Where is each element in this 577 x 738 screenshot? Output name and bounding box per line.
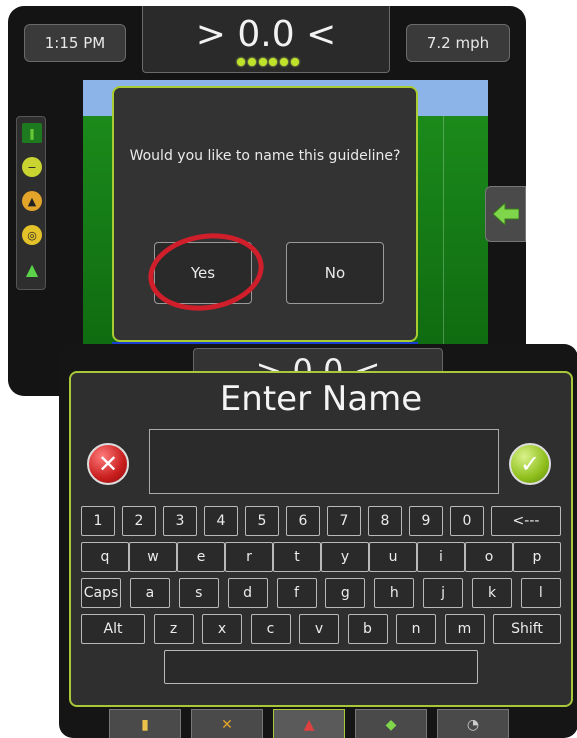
key-g[interactable]: g bbox=[325, 578, 366, 608]
name-input[interactable] bbox=[149, 429, 499, 494]
back-arrow-icon bbox=[492, 203, 519, 225]
key-1[interactable]: 1 bbox=[81, 506, 115, 536]
enter-name-panel: Enter Name ✕ ✓ 1 2 3 4 5 6 7 8 9 0 <--- … bbox=[69, 371, 573, 707]
key-l[interactable]: l bbox=[520, 578, 561, 608]
key-s[interactable]: s bbox=[178, 578, 219, 608]
key-w[interactable]: w bbox=[129, 542, 177, 572]
panel-title: Enter Name bbox=[219, 379, 423, 419]
checkmark-icon: ✓ bbox=[519, 450, 541, 478]
map-icon: ◆ bbox=[385, 716, 397, 733]
on-screen-keyboard: 1 2 3 4 5 6 7 8 9 0 <--- q w e r t y u i bbox=[81, 506, 561, 684]
key-space[interactable] bbox=[164, 650, 478, 684]
key-5[interactable]: 5 bbox=[245, 506, 279, 536]
wrench-icon: ✕ bbox=[221, 716, 233, 733]
key-2[interactable]: 2 bbox=[122, 506, 156, 536]
guidance-icon: ▲ bbox=[303, 716, 315, 733]
no-button[interactable]: No bbox=[286, 242, 384, 304]
key-z[interactable]: z bbox=[153, 614, 194, 644]
key-v[interactable]: v bbox=[299, 614, 339, 644]
enter-name-screen: > 0.0 < Enter Name ✕ ✓ 1 2 3 4 5 6 7 8 9… bbox=[59, 344, 577, 738]
key-y[interactable]: y bbox=[321, 542, 369, 572]
key-9[interactable]: 9 bbox=[409, 506, 443, 536]
key-f[interactable]: f bbox=[276, 578, 317, 608]
key-6[interactable]: 6 bbox=[286, 506, 320, 536]
key-x[interactable]: x bbox=[202, 614, 242, 644]
key-m[interactable]: m bbox=[444, 614, 485, 644]
keyboard-row-qwerty: q w e r t y u i o p bbox=[81, 542, 561, 572]
tools-tab[interactable]: ✕ bbox=[191, 709, 263, 738]
key-e[interactable]: e bbox=[177, 542, 225, 572]
guidance-tab[interactable]: ▲ bbox=[273, 709, 345, 738]
key-c[interactable]: c bbox=[250, 614, 291, 644]
tramline-icon[interactable]: ‖ bbox=[22, 123, 42, 143]
guidance-gauge: > 0.0 < bbox=[142, 6, 390, 73]
gauge-icon: ◔ bbox=[466, 716, 480, 733]
accept-button[interactable]: ✓ bbox=[509, 443, 551, 485]
key-shift[interactable]: Shift bbox=[493, 614, 561, 644]
keyboard-row-numbers: 1 2 3 4 5 6 7 8 9 0 <--- bbox=[81, 506, 561, 536]
left-toolbar: ‖ − ▲ ◎ ▲ bbox=[16, 116, 46, 290]
map-tab[interactable]: ◆ bbox=[355, 709, 427, 738]
key-p[interactable]: p bbox=[513, 542, 561, 572]
key-n[interactable]: n bbox=[396, 614, 436, 644]
key-7[interactable]: 7 bbox=[327, 506, 361, 536]
key-caps[interactable]: Caps bbox=[81, 578, 121, 608]
boundary-icon[interactable]: − bbox=[22, 157, 42, 177]
home-tab[interactable]: ▮ bbox=[109, 709, 181, 738]
key-a[interactable]: a bbox=[129, 578, 170, 608]
name-guideline-dialog: Would you like to name this guideline? Y… bbox=[112, 86, 418, 342]
key-d[interactable]: d bbox=[227, 578, 268, 608]
key-b[interactable]: b bbox=[347, 614, 388, 644]
lightbar-leds bbox=[237, 58, 299, 68]
steering-icon[interactable]: ◎ bbox=[22, 225, 42, 245]
close-icon: ✕ bbox=[97, 450, 119, 478]
key-4[interactable]: 4 bbox=[204, 506, 238, 536]
guidance-screen: 1:15 PM 7.2 mph > 0.0 < ‖ − ▲ ◎ ▲ Would … bbox=[8, 6, 526, 396]
key-j[interactable]: j bbox=[423, 578, 464, 608]
guidance-value: > 0.0 < bbox=[195, 14, 337, 55]
dialog-question: Would you like to name this guideline? bbox=[129, 148, 401, 164]
key-h[interactable]: h bbox=[374, 578, 415, 608]
key-i[interactable]: i bbox=[417, 542, 465, 572]
key-o[interactable]: o bbox=[465, 542, 513, 572]
key-k[interactable]: k bbox=[472, 578, 512, 608]
key-alt[interactable]: Alt bbox=[81, 614, 145, 644]
cancel-button[interactable]: ✕ bbox=[87, 443, 129, 485]
back-button[interactable] bbox=[485, 186, 526, 242]
keyboard-row-bottom: Alt z x c v b n m Shift bbox=[81, 614, 561, 644]
key-u[interactable]: u bbox=[369, 542, 417, 572]
marker-icon[interactable]: ▲ bbox=[22, 191, 42, 211]
vehicle-icon[interactable]: ▲ bbox=[22, 259, 42, 279]
key-q[interactable]: q bbox=[81, 542, 129, 572]
key-r[interactable]: r bbox=[225, 542, 273, 572]
bottom-tab-bar: ▮ ✕ ▲ ◆ ◔ bbox=[109, 709, 509, 738]
gauge-tab[interactable]: ◔ bbox=[437, 709, 509, 738]
time-display: 1:15 PM bbox=[24, 24, 126, 62]
speed-display: 7.2 mph bbox=[406, 24, 510, 62]
key-3[interactable]: 3 bbox=[163, 506, 197, 536]
key-t[interactable]: t bbox=[273, 542, 321, 572]
key-8[interactable]: 8 bbox=[368, 506, 402, 536]
keyboard-row-home: Caps a s d f g h j k l bbox=[81, 578, 561, 608]
home-icon: ▮ bbox=[141, 716, 149, 733]
key-0[interactable]: 0 bbox=[450, 506, 484, 536]
key-backspace[interactable]: <--- bbox=[491, 506, 561, 536]
